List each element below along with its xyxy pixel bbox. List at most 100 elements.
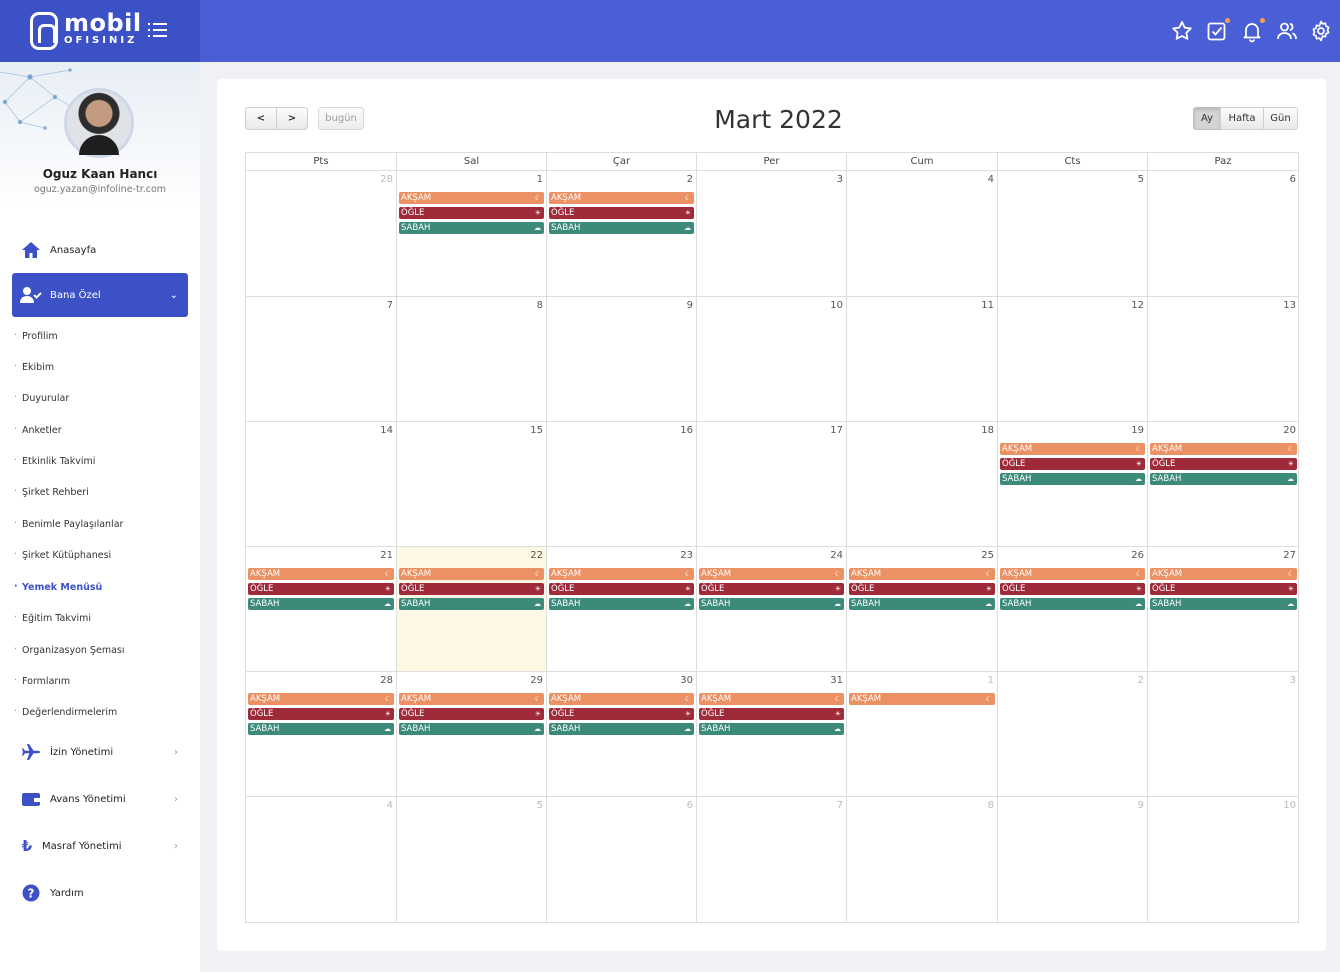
meal-event-ogle[interactable]: ÖĞLE ☀ — [549, 583, 694, 595]
submenu-item[interactable]: Etkinlik Takvimi — [14, 455, 95, 467]
day-cell[interactable]: 19 AKŞAM ☾ ÖĞLE ☀ SABAH ☁ — [998, 422, 1148, 547]
day-cell[interactable]: 3 — [1148, 672, 1299, 797]
day-number[interactable]: 5 — [1138, 174, 1144, 185]
meal-event-aksam[interactable]: AKŞAM ☾ — [399, 568, 544, 580]
bell-icon[interactable] — [1240, 18, 1265, 43]
meal-event-aksam[interactable]: AKŞAM ☾ — [699, 568, 844, 580]
day-number[interactable]: 13 — [1283, 300, 1296, 311]
day-number[interactable]: 9 — [687, 300, 693, 311]
nav-item-bana-ozel[interactable]: Bana Özel ⌄ — [12, 273, 188, 317]
day-cell[interactable]: 17 — [697, 422, 847, 547]
day-number[interactable]: 2 — [1138, 675, 1144, 686]
day-number[interactable]: 3 — [837, 174, 843, 185]
day-number[interactable]: 11 — [981, 300, 994, 311]
day-cell[interactable]: 14 — [246, 422, 397, 547]
nav-item-home[interactable]: Anasayfa — [12, 238, 188, 262]
submenu-item[interactable]: Duyurular — [14, 392, 69, 404]
day-number[interactable]: 23 — [680, 550, 693, 561]
day-number[interactable]: 15 — [530, 425, 543, 436]
meal-event-sabah[interactable]: SABAH ☁ — [549, 598, 694, 610]
day-number[interactable]: 10 — [830, 300, 843, 311]
submenu-item[interactable]: Ekibim — [14, 361, 54, 373]
day-number[interactable]: 18 — [981, 425, 994, 436]
meal-event-aksam[interactable]: AKŞAM ☾ — [549, 192, 694, 204]
gear-icon[interactable] — [1309, 19, 1333, 43]
day-number[interactable]: 8 — [537, 300, 543, 311]
day-cell[interactable]: 20 AKŞAM ☾ ÖĞLE ☀ SABAH ☁ — [1148, 422, 1299, 547]
day-cell[interactable]: 8 — [397, 297, 547, 422]
day-number[interactable]: 3 — [1290, 675, 1296, 686]
submenu-item[interactable]: Organizasyon Şeması — [14, 644, 124, 656]
submenu-item[interactable]: Şirket Rehberi — [14, 486, 89, 498]
day-number[interactable]: 22 — [530, 550, 543, 561]
view-day-button[interactable]: Gün — [1263, 107, 1298, 130]
day-cell[interactable]: 5 — [397, 797, 547, 923]
day-cell[interactable]: 26 AKŞAM ☾ ÖĞLE ☀ SABAH ☁ — [998, 547, 1148, 672]
meal-event-ogle[interactable]: ÖĞLE ☀ — [399, 708, 544, 720]
day-number[interactable]: 4 — [387, 800, 393, 811]
day-cell[interactable]: 25 AKŞAM ☾ ÖĞLE ☀ SABAH ☁ — [847, 547, 998, 672]
day-cell[interactable]: 4 — [847, 171, 998, 297]
meal-event-ogle[interactable]: ÖĞLE ☀ — [1150, 583, 1297, 595]
day-cell[interactable]: 13 — [1148, 297, 1299, 422]
meal-event-sabah[interactable]: SABAH ☁ — [1150, 598, 1297, 610]
day-cell[interactable]: 6 — [1148, 171, 1299, 297]
meal-event-aksam[interactable]: AKŞAM ☾ — [248, 693, 394, 705]
meal-event-aksam[interactable]: AKŞAM ☾ — [849, 693, 995, 705]
day-number[interactable]: 9 — [1138, 800, 1144, 811]
day-number[interactable]: 4 — [988, 174, 994, 185]
meal-event-aksam[interactable]: AKŞAM ☾ — [399, 693, 544, 705]
star-icon[interactable] — [1170, 19, 1194, 43]
nav-item-izin[interactable]: İzin Yönetimi › — [12, 740, 188, 764]
meal-event-ogle[interactable]: ÖĞLE ☀ — [399, 583, 544, 595]
meal-event-aksam[interactable]: AKŞAM ☾ — [1150, 568, 1297, 580]
day-number[interactable]: 24 — [830, 550, 843, 561]
day-number[interactable]: 25 — [981, 550, 994, 561]
day-cell[interactable]: 8 — [847, 797, 998, 923]
meal-event-sabah[interactable]: SABAH ☁ — [399, 723, 544, 735]
submenu-item[interactable]: Benimle Paylaşılanlar — [14, 518, 123, 530]
day-cell[interactable]: 7 — [697, 797, 847, 923]
day-cell[interactable]: 24 AKŞAM ☾ ÖĞLE ☀ SABAH ☁ — [697, 547, 847, 672]
submenu-item[interactable]: Değerlendirmelerim — [14, 706, 117, 718]
day-cell[interactable]: 2 — [998, 672, 1148, 797]
meal-event-ogle[interactable]: ÖĞLE ☀ — [1000, 458, 1145, 470]
meal-event-ogle[interactable]: ÖĞLE ☀ — [849, 583, 995, 595]
meal-event-sabah[interactable]: SABAH ☁ — [248, 723, 394, 735]
submenu-item[interactable]: Profilim — [14, 330, 58, 342]
day-number[interactable]: 7 — [387, 300, 393, 311]
day-number[interactable]: 10 — [1283, 800, 1296, 811]
meal-event-sabah[interactable]: SABAH ☁ — [399, 222, 544, 234]
meal-event-aksam[interactable]: AKŞAM ☾ — [549, 693, 694, 705]
day-cell[interactable]: 28 — [246, 171, 397, 297]
meal-event-aksam[interactable]: AKŞAM ☾ — [1150, 443, 1297, 455]
day-number[interactable]: 30 — [680, 675, 693, 686]
day-cell[interactable]: 31 AKŞAM ☾ ÖĞLE ☀ SABAH ☁ — [697, 672, 847, 797]
day-cell[interactable]: 4 — [246, 797, 397, 923]
day-cell[interactable]: 30 AKŞAM ☾ ÖĞLE ☀ SABAH ☁ — [547, 672, 697, 797]
nav-item-yardim[interactable]: ? Yardım — [12, 881, 188, 905]
day-cell[interactable]: 10 — [1148, 797, 1299, 923]
users-icon[interactable] — [1275, 19, 1299, 43]
day-cell[interactable]: 21 AKŞAM ☾ ÖĞLE ☀ SABAH ☁ — [246, 547, 397, 672]
day-cell[interactable]: 6 — [547, 797, 697, 923]
meal-event-aksam[interactable]: AKŞAM ☾ — [399, 192, 544, 204]
day-number[interactable]: 12 — [1131, 300, 1144, 311]
day-cell[interactable]: 16 — [547, 422, 697, 547]
day-cell[interactable]: 5 — [998, 171, 1148, 297]
day-cell[interactable]: 7 — [246, 297, 397, 422]
meal-event-sabah[interactable]: SABAH ☁ — [399, 598, 544, 610]
day-cell[interactable]: 12 — [998, 297, 1148, 422]
meal-event-ogle[interactable]: ÖĞLE ☀ — [1150, 458, 1297, 470]
meal-event-ogle[interactable]: ÖĞLE ☀ — [549, 207, 694, 219]
view-month-button[interactable]: Ay — [1193, 107, 1221, 130]
day-number[interactable]: 2 — [687, 174, 693, 185]
day-number[interactable]: 28 — [380, 174, 393, 185]
meal-event-ogle[interactable]: ÖĞLE ☀ — [549, 708, 694, 720]
day-number[interactable]: 5 — [537, 800, 543, 811]
day-cell[interactable]: 11 — [847, 297, 998, 422]
submenu-item[interactable]: Eğitim Takvimi — [14, 612, 91, 624]
meal-event-aksam[interactable]: AKŞAM ☾ — [549, 568, 694, 580]
day-number[interactable]: 6 — [1290, 174, 1296, 185]
meal-event-sabah[interactable]: SABAH ☁ — [699, 723, 844, 735]
